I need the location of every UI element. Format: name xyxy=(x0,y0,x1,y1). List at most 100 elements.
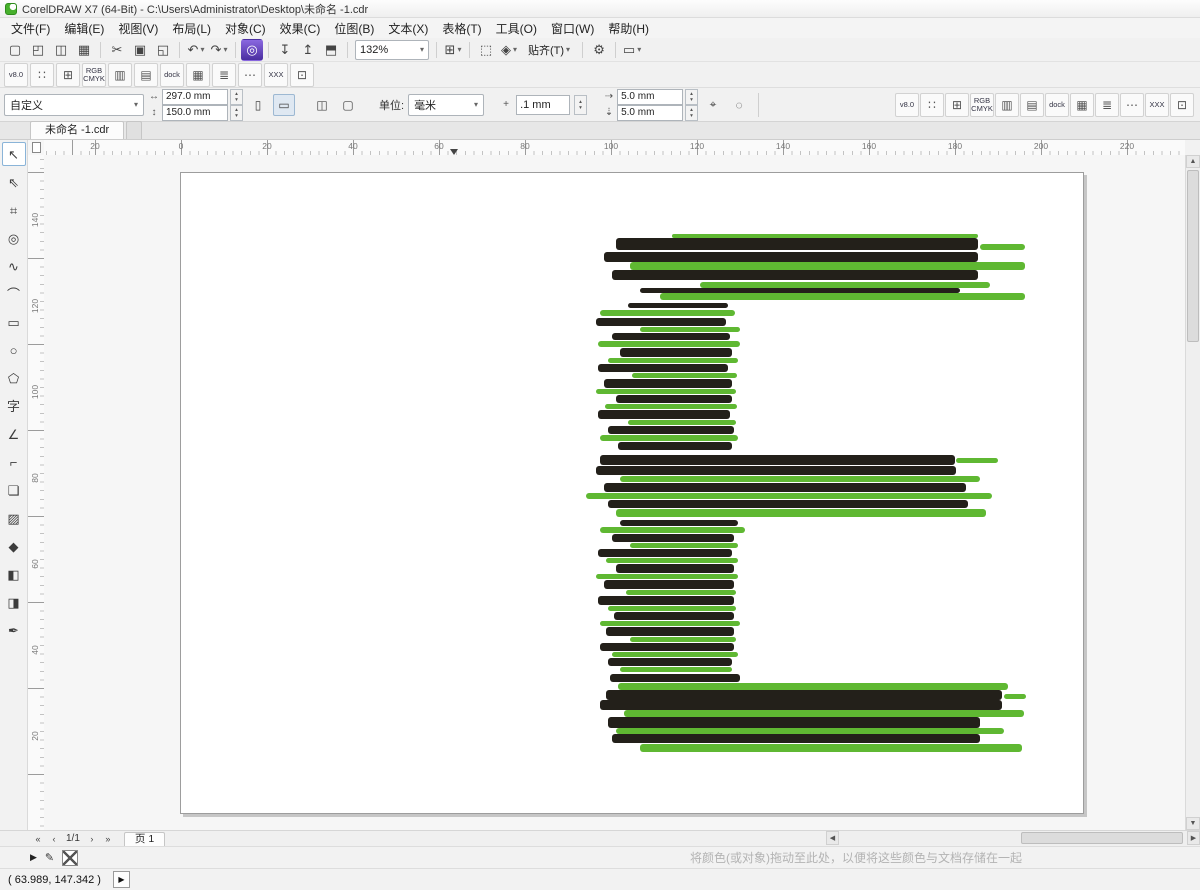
all-pages-button[interactable]: ◫ xyxy=(311,94,333,116)
menu-item-3[interactable]: 视图(V) xyxy=(111,18,165,39)
snap-to-dropdown[interactable]: 贴齐(T) ▾ xyxy=(521,40,577,60)
scroll-down-button[interactable]: ▼ xyxy=(1186,817,1200,830)
welcome-screen-button[interactable]: ▭ ▾ xyxy=(621,39,643,61)
horizontal-ruler[interactable]: 20 0 20 40 60 80 100 120 140 160 180 200 220 xyxy=(44,140,1185,156)
cut-button[interactable]: ✂ xyxy=(106,39,128,61)
next-page-button[interactable]: › xyxy=(84,831,100,846)
menu-item-6[interactable]: 效果(C) xyxy=(273,18,328,39)
units-combo[interactable]: 毫米 ▾ xyxy=(408,93,485,116)
duplicate-x-spinner[interactable]: ▴ ▾ xyxy=(685,88,699,105)
drop-shadow-tool[interactable]: ❏ xyxy=(2,478,26,502)
current-page-button[interactable]: ▢ xyxy=(337,94,359,116)
vertical-scrollbar[interactable]: ▲ ▼ xyxy=(1185,155,1200,830)
duplicate-y-spinner[interactable]: ▴ ▾ xyxy=(685,104,699,121)
object-grid-button[interactable]: ▦ xyxy=(1070,92,1094,117)
page-preset-combo[interactable]: 自定义 ▾ xyxy=(4,93,144,116)
nudge-field[interactable]: .1 mm xyxy=(516,94,571,115)
zoom-tool[interactable]: ◎ xyxy=(2,226,26,250)
previous-page-button[interactable]: ‹ xyxy=(46,831,62,846)
export-button[interactable]: ↥ xyxy=(297,39,319,61)
more-options-button[interactable]: ⋯ xyxy=(238,62,262,87)
page-height-spinner[interactable]: ▴ ▾ xyxy=(230,104,243,121)
object-grid-button[interactable]: ▦ xyxy=(186,62,210,87)
outline-pen-tool[interactable]: ✒ xyxy=(2,618,26,642)
shape-tool[interactable]: ⇖ xyxy=(2,170,26,194)
menu-item-8[interactable]: 文本(X) xyxy=(381,18,435,39)
version-macro-button[interactable]: v8.0 xyxy=(4,62,28,87)
color-eyedropper-tool[interactable]: ◆ xyxy=(2,534,26,558)
palette-eyedropper-icon[interactable]: ✎ xyxy=(45,851,54,864)
duplicate-x-field[interactable]: 5.0 mm xyxy=(617,88,684,105)
duplicate-y-field[interactable]: 5.0 mm xyxy=(617,104,684,121)
copy-button[interactable]: ▣ xyxy=(129,39,151,61)
marquee-mode-button[interactable]: ⌖ xyxy=(702,94,724,116)
canvas[interactable] xyxy=(44,155,1185,830)
rectangle-tool[interactable]: ▭ xyxy=(2,310,26,334)
import-button[interactable]: ↧ xyxy=(274,39,296,61)
color-model-button[interactable]: RGB CMYK xyxy=(82,62,106,87)
connector-tool[interactable]: ⌐ xyxy=(2,450,26,474)
portrait-button[interactable]: ▯ xyxy=(247,94,269,116)
object-list-button[interactable]: ≣ xyxy=(1095,92,1119,117)
publish-pdf-button[interactable]: ⬒ xyxy=(320,39,342,61)
palette-editor-button[interactable]: ▥ xyxy=(108,62,132,87)
full-screen-preview-button[interactable]: ⬚ xyxy=(475,39,497,61)
menu-item-9[interactable]: 表格(T) xyxy=(435,18,488,39)
polygon-tool[interactable]: ⬠ xyxy=(2,366,26,390)
menu-item-7[interactable]: 位图(B) xyxy=(327,18,381,39)
color-model-button[interactable]: RGB CMYK xyxy=(970,92,994,117)
redo-button[interactable]: ↷ ▾ xyxy=(208,39,230,61)
interactive-fill-tool[interactable]: ◧ xyxy=(2,562,26,586)
transparency-tool[interactable]: ▨ xyxy=(2,506,26,530)
letter-e-artwork[interactable] xyxy=(560,225,1030,755)
vertical-ruler[interactable]: 140 120 100 80 60 40 20 xyxy=(28,155,45,830)
version-macro-button[interactable]: v8.0 xyxy=(895,92,919,117)
workspace-toggle-button[interactable]: ⊡ xyxy=(1170,92,1194,117)
object-list-button[interactable]: ≣ xyxy=(212,62,236,87)
undo-button[interactable]: ↶ ▾ xyxy=(185,39,207,61)
page-height-field[interactable]: 150.0 mm xyxy=(162,104,228,121)
align-distribute-button[interactable]: ∷ xyxy=(920,92,944,117)
menu-item-5[interactable]: 对象(C) xyxy=(218,18,273,39)
paste-button[interactable]: ◱ xyxy=(152,39,174,61)
palette-editor-button[interactable]: ▥ xyxy=(995,92,1019,117)
grid-snap-button[interactable]: ⊞ xyxy=(56,62,80,87)
align-distribute-button[interactable]: ∷ xyxy=(30,62,54,87)
artistic-media-tool[interactable]: ⌒ xyxy=(2,282,26,306)
menu-item-4[interactable]: 布局(L) xyxy=(165,18,218,39)
macro-xxx-button[interactable]: XXX xyxy=(1145,92,1169,117)
landscape-button[interactable]: ▭ xyxy=(273,93,295,116)
crop-tool[interactable]: ⌗ xyxy=(2,198,26,222)
menu-item-1[interactable]: 文件(F) xyxy=(4,18,57,39)
horizontal-scroll-thumb[interactable] xyxy=(1021,832,1183,844)
status-flyout-button[interactable]: ▶ xyxy=(112,871,130,888)
text-tool[interactable]: 字 xyxy=(2,394,26,418)
scroll-left-button[interactable]: ◀ xyxy=(826,831,839,845)
search-content-button[interactable]: ◎ xyxy=(241,38,263,61)
dockers-button[interactable]: dock xyxy=(160,62,184,87)
horizontal-scrollbar[interactable]: ◀ ▶ xyxy=(826,831,1200,845)
document-tab[interactable]: 未命名 -1.cdr xyxy=(30,121,125,139)
open-button[interactable]: ◰ xyxy=(27,39,49,61)
page-width-spinner[interactable]: ▴ ▾ xyxy=(230,88,243,105)
treat-as-filled-button[interactable]: ◌ xyxy=(728,94,750,116)
scroll-up-button[interactable]: ▲ xyxy=(1186,155,1200,168)
view-mode-button[interactable]: ◈ ▾ xyxy=(498,39,520,61)
first-page-button[interactable]: « xyxy=(30,831,46,846)
more-options-button[interactable]: ⋯ xyxy=(1120,92,1144,117)
application-launcher-button[interactable]: ⊞ ▾ xyxy=(442,39,464,61)
view-manager-button[interactable]: ▤ xyxy=(1020,92,1044,117)
menu-item-10[interactable]: 工具(O) xyxy=(489,18,544,39)
vertical-scroll-thumb[interactable] xyxy=(1187,170,1199,342)
horizontal-scroll-track[interactable] xyxy=(839,831,1187,845)
dimension-tool[interactable]: ∠ xyxy=(2,422,26,446)
pick-tool[interactable]: ↖ xyxy=(1,142,26,166)
grid-snap-button[interactable]: ⊞ xyxy=(945,92,969,117)
print-button[interactable]: ▦ xyxy=(73,39,95,61)
workspace-toggle-button[interactable]: ⊡ xyxy=(290,62,314,87)
scroll-right-button[interactable]: ▶ xyxy=(1187,831,1200,845)
page-width-field[interactable]: 297.0 mm xyxy=(162,88,228,105)
menu-item-12[interactable]: 帮助(H) xyxy=(601,18,656,39)
menu-item-2[interactable]: 编辑(E) xyxy=(57,18,111,39)
ellipse-tool[interactable]: ○ xyxy=(2,338,26,362)
